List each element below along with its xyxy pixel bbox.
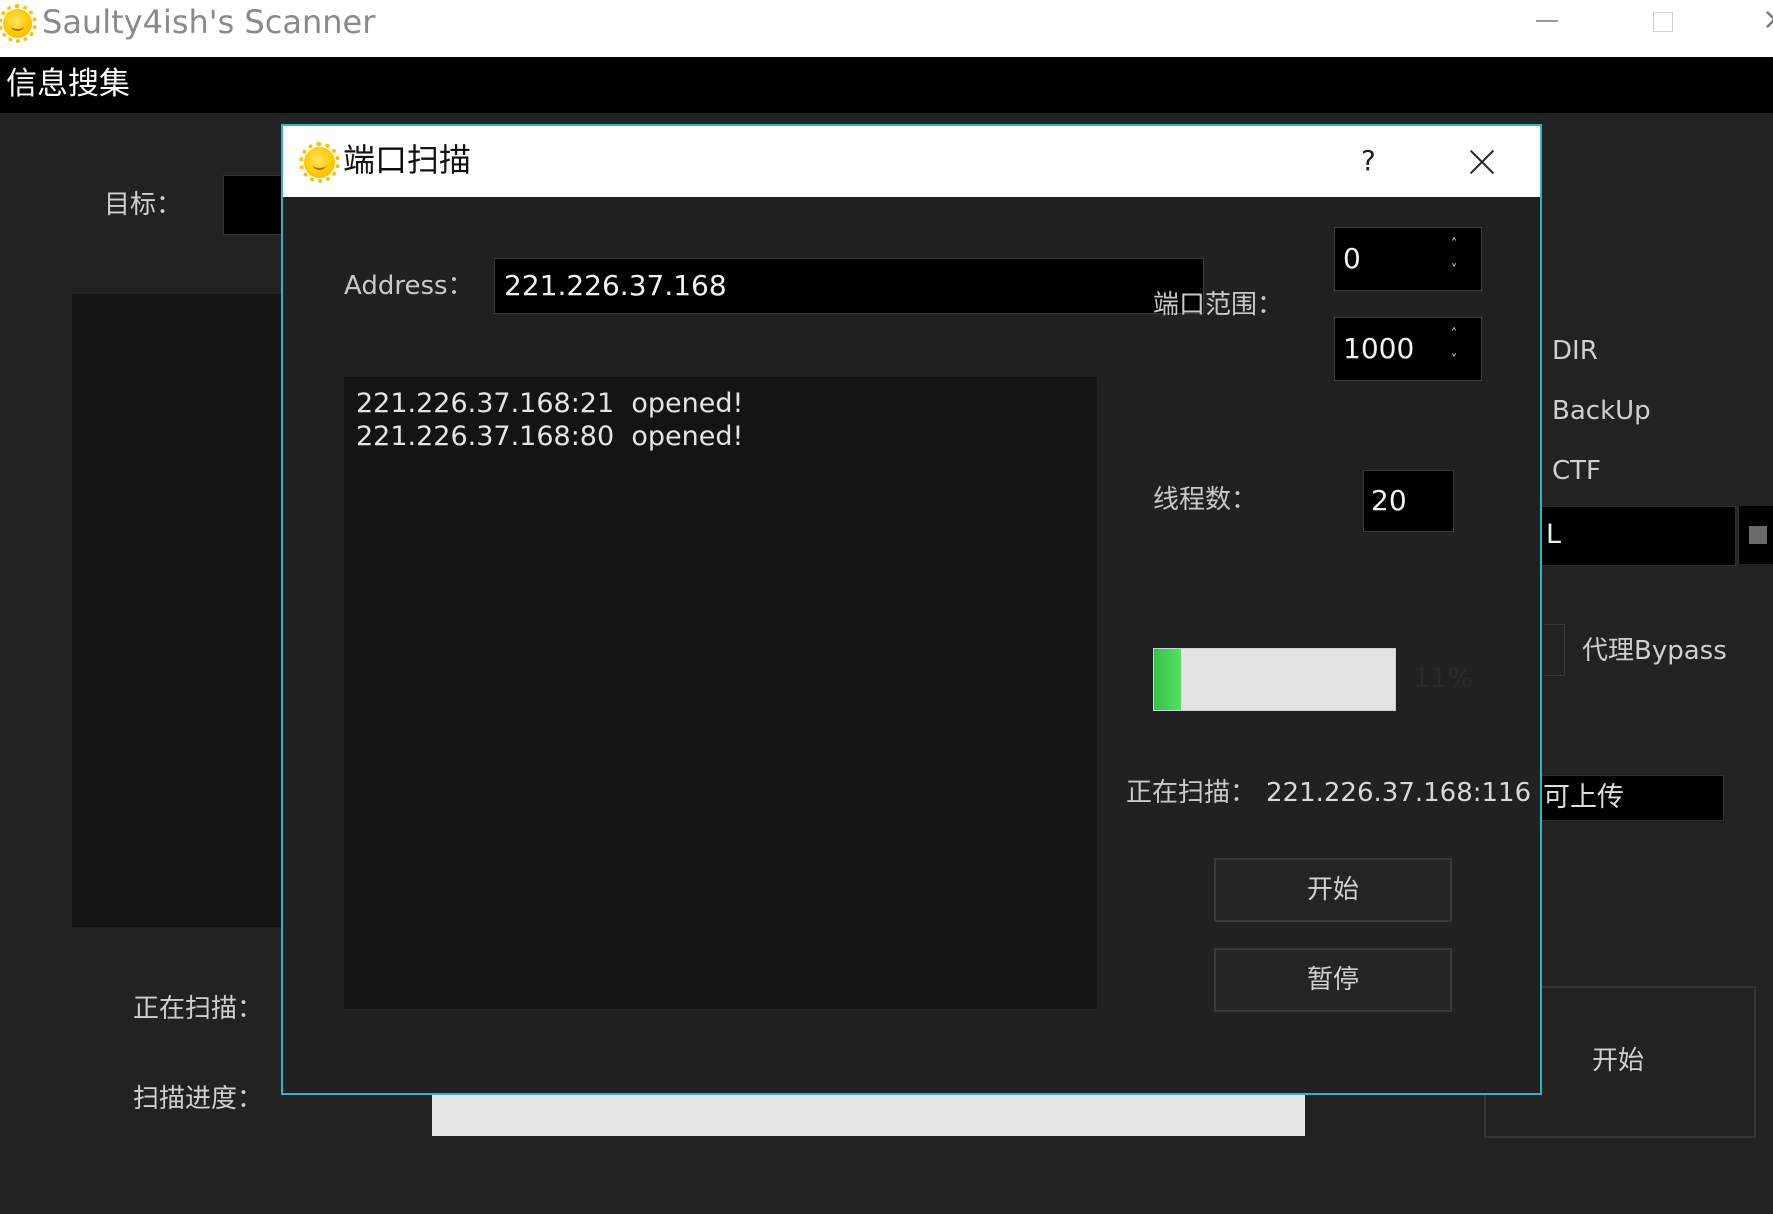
- scan-progress-bar: [1153, 648, 1396, 711]
- port-end-spinbox[interactable]: 1000 ˄ ˅: [1334, 317, 1482, 381]
- upload-field-text: 可上传: [1543, 782, 1624, 813]
- scanning-target: 221.226.37.168:116: [1266, 778, 1532, 808]
- spin-down-icon[interactable]: ˅: [1449, 264, 1459, 277]
- option-ctf[interactable]: CTF: [1552, 454, 1601, 488]
- dialog-title: 端口扫描: [343, 141, 472, 179]
- address-label: Address：: [344, 271, 474, 301]
- threads-label: 线程数：: [1153, 485, 1258, 515]
- port-scan-dialog: 端口扫描 ? Address： 221.226.37.168 221.226.3…: [281, 124, 1542, 1095]
- maximize-icon[interactable]: [1653, 12, 1673, 32]
- url-browse-button[interactable]: [1737, 506, 1773, 564]
- threads-input[interactable]: 20: [1363, 470, 1454, 532]
- dialog-close-icon[interactable]: [1470, 150, 1494, 174]
- result-panel: [72, 294, 287, 927]
- url-input-text: L: [1546, 519, 1562, 550]
- address-input[interactable]: 221.226.37.168: [494, 258, 1204, 314]
- progress-percent: 11%: [1413, 663, 1474, 694]
- port-start-value: 0: [1343, 242, 1361, 275]
- spin-down-icon[interactable]: ˅: [1449, 354, 1459, 367]
- spin-up-icon[interactable]: ˄: [1449, 238, 1459, 251]
- start-button[interactable]: 开始: [1214, 858, 1452, 922]
- app-title: Saulty4ish's Scanner: [42, 3, 376, 41]
- log-line: 221.226.37.168:80 opened!: [356, 421, 744, 452]
- background-progress-bar: [432, 1094, 1305, 1136]
- scan-results-log: 221.226.37.168:21 opened! 221.226.37.168…: [344, 377, 1097, 1009]
- menu-item-info-gathering[interactable]: 信息搜集: [6, 63, 130, 105]
- pause-button[interactable]: 暂停: [1214, 948, 1452, 1012]
- target-label: 目标：: [104, 190, 183, 220]
- option-backup[interactable]: BackUp: [1552, 394, 1651, 428]
- proxy-bypass-label: 代理Bypass: [1582, 636, 1727, 666]
- log-line: 221.226.37.168:21 opened!: [356, 388, 744, 419]
- port-range-label: 端口范围：: [1153, 290, 1284, 320]
- target-input[interactable]: [223, 175, 285, 235]
- scanning-label: 正在扫描：: [1126, 778, 1257, 808]
- option-dir[interactable]: DIR: [1552, 334, 1598, 368]
- close-icon[interactable]: ×: [1762, 2, 1773, 38]
- dialog-logo-icon: [299, 142, 340, 183]
- background-start-label: 开始: [1592, 1046, 1645, 1076]
- help-icon[interactable]: ?: [1361, 144, 1376, 178]
- upload-field[interactable]: 可上传: [1540, 775, 1724, 821]
- url-input[interactable]: L: [1540, 506, 1736, 566]
- progress-fill: [1154, 649, 1181, 710]
- spin-up-icon[interactable]: ˄: [1449, 328, 1459, 341]
- background-progress-label: 扫描进度：: [133, 1084, 264, 1114]
- proxy-bypass-checkbox[interactable]: [1544, 624, 1565, 676]
- port-end-value: 1000: [1343, 332, 1415, 365]
- minimize-icon[interactable]: [1536, 20, 1558, 22]
- menu-bar: [0, 57, 1773, 113]
- background-scanning-label: 正在扫描：: [133, 994, 264, 1024]
- app-logo-icon: [0, 4, 37, 43]
- dialog-title-bar: [283, 126, 1540, 197]
- port-start-spinbox[interactable]: 0 ˄ ˅: [1334, 227, 1482, 291]
